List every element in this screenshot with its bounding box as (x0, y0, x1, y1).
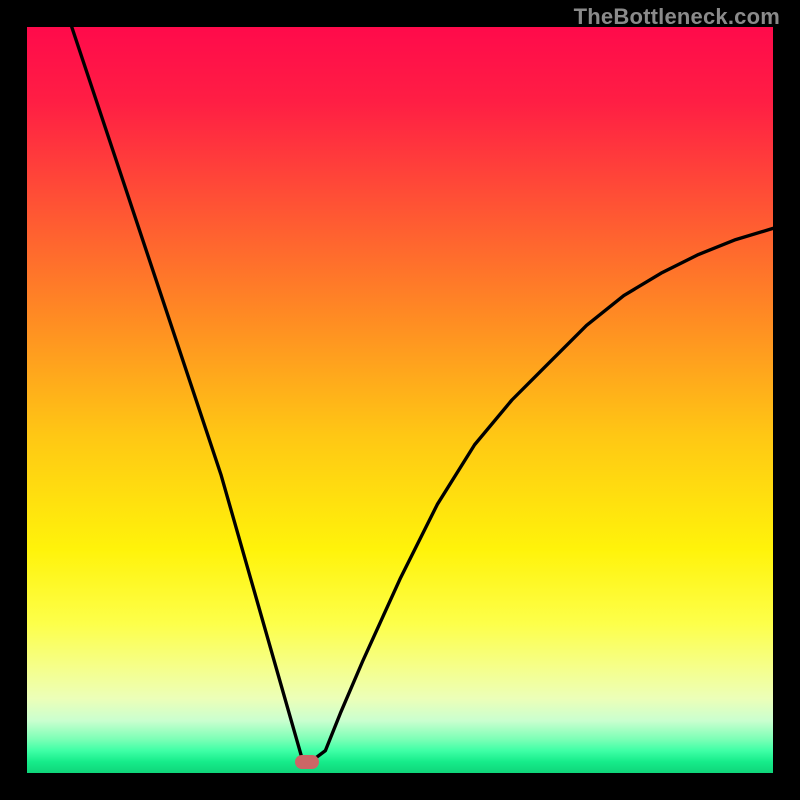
optimal-marker (295, 755, 319, 769)
outer-frame: TheBottleneck.com (0, 0, 800, 800)
bottleneck-curve (27, 27, 773, 773)
watermark-text: TheBottleneck.com (574, 4, 780, 30)
plot-area (27, 27, 773, 773)
